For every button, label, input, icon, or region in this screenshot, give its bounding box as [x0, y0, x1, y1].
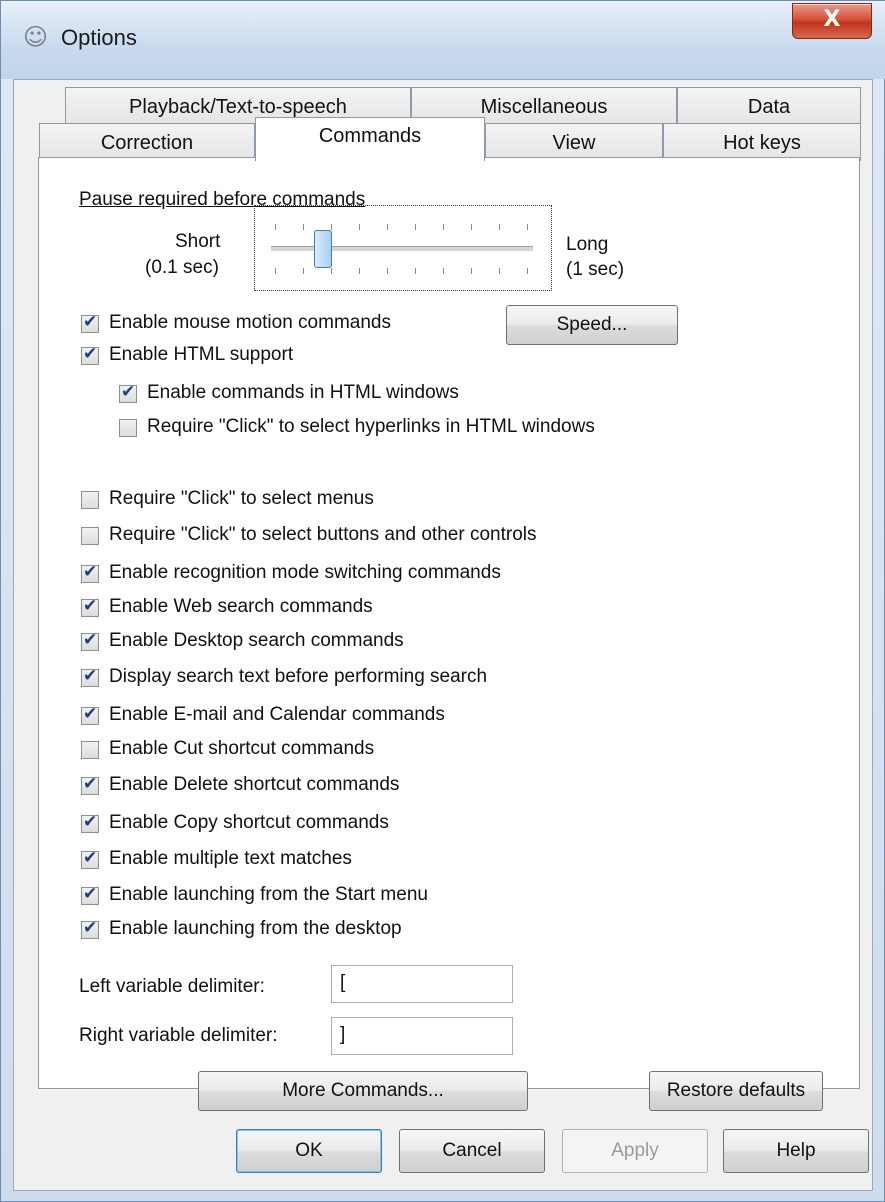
- slider-tick-mark: [527, 268, 528, 274]
- checkbox-label-7[interactable]: Enable Web search commands: [109, 596, 373, 618]
- checkbox-label-9[interactable]: Display search text before performing se…: [109, 666, 487, 688]
- checkmark-icon: ✔: [83, 344, 98, 364]
- commands-panel: [38, 157, 860, 1089]
- checkbox-0[interactable]: ✔: [81, 312, 99, 333]
- slider-tick-mark: [415, 224, 416, 230]
- checkbox-12[interactable]: ✔: [81, 774, 99, 795]
- ok-button[interactable]: OK: [236, 1129, 382, 1173]
- checkbox-label-12[interactable]: Enable Delete shortcut commands: [109, 774, 399, 796]
- slider-tick-mark: [331, 268, 332, 274]
- checkmark-icon: ✔: [83, 666, 98, 686]
- speech-app-icon: ☺: [23, 23, 49, 51]
- slider-min-value: (0.1 sec): [145, 257, 219, 278]
- checkbox-label-5[interactable]: Require "Click" to select buttons and ot…: [109, 524, 536, 546]
- checkbox-16[interactable]: ✔: [81, 918, 99, 939]
- checkbox-14[interactable]: ✔: [81, 848, 99, 869]
- checkbox-label-3[interactable]: Require "Click" to select hyperlinks in …: [147, 416, 595, 438]
- options-window: ☺ Options X Playback/Text-to-speech Misc…: [0, 0, 885, 1202]
- pause-slider[interactable]: [254, 205, 552, 291]
- slider-thumb[interactable]: [314, 230, 333, 268]
- checkbox-label-14[interactable]: Enable multiple text matches: [109, 848, 352, 870]
- slider-min-label: Short: [175, 231, 221, 252]
- cancel-button[interactable]: Cancel: [399, 1129, 545, 1173]
- tab-commands[interactable]: Commands: [255, 117, 485, 161]
- checkbox-9[interactable]: ✔: [81, 666, 99, 687]
- checkbox-4[interactable]: [81, 491, 99, 509]
- checkmark-icon: ✔: [83, 812, 98, 832]
- slider-tick-mark: [387, 224, 388, 230]
- tab-data[interactable]: Data: [677, 87, 861, 125]
- checkbox-6[interactable]: ✔: [81, 562, 99, 583]
- checkbox-3[interactable]: [119, 419, 137, 437]
- title-bar: ☺ Options X: [1, 1, 885, 79]
- speed-button[interactable]: Speed...: [506, 305, 678, 345]
- checkbox-label-10[interactable]: Enable E-mail and Calendar commands: [109, 704, 445, 726]
- slider-tick-mark: [331, 224, 332, 230]
- checkmark-icon: ✔: [83, 562, 98, 582]
- left-delimiter-input[interactable]: [: [331, 965, 513, 1003]
- checkmark-icon: ✔: [83, 848, 98, 868]
- tab-correction[interactable]: Correction: [39, 123, 255, 161]
- window-title: Options: [61, 25, 137, 50]
- left-delimiter-label: Left variable delimiter:: [79, 976, 265, 997]
- checkbox-label-11[interactable]: Enable Cut shortcut commands: [109, 738, 374, 760]
- slider-tick-mark: [499, 268, 500, 274]
- checkbox-11[interactable]: [81, 741, 99, 759]
- tab-hot-keys[interactable]: Hot keys: [663, 123, 861, 161]
- slider-tick-mark: [303, 268, 304, 274]
- checkbox-label-1[interactable]: Enable HTML support: [109, 344, 293, 366]
- apply-button[interactable]: Apply: [562, 1129, 708, 1173]
- checkbox-label-6[interactable]: Enable recognition mode switching comman…: [109, 562, 501, 584]
- slider-tick-mark: [415, 268, 416, 274]
- right-delimiter-label: Right variable delimiter:: [79, 1025, 278, 1046]
- checkbox-label-0[interactable]: Enable mouse motion commands: [109, 312, 391, 334]
- slider-tick-mark: [387, 268, 388, 274]
- checkbox-label-8[interactable]: Enable Desktop search commands: [109, 630, 404, 652]
- checkbox-label-13[interactable]: Enable Copy shortcut commands: [109, 812, 389, 834]
- checkbox-label-16[interactable]: Enable launching from the desktop: [109, 918, 402, 940]
- checkmark-icon: ✔: [83, 774, 98, 794]
- checkbox-15[interactable]: ✔: [81, 884, 99, 905]
- slider-max-value: (1 sec): [566, 259, 625, 280]
- checkbox-7[interactable]: ✔: [81, 596, 99, 617]
- slider-tick-mark: [359, 268, 360, 274]
- slider-track: [271, 246, 533, 251]
- checkmark-icon: ✔: [83, 918, 98, 938]
- right-delimiter-input[interactable]: ]: [331, 1017, 513, 1055]
- checkmark-icon: ✔: [83, 312, 98, 332]
- checkbox-1[interactable]: ✔: [81, 344, 99, 365]
- checkbox-5[interactable]: [81, 527, 99, 545]
- slider-tick-mark: [303, 224, 304, 230]
- close-button[interactable]: X: [792, 3, 872, 39]
- slider-tick-mark: [499, 224, 500, 230]
- checkmark-icon: ✔: [83, 884, 98, 904]
- slider-tick-mark: [275, 224, 276, 230]
- more-commands-button[interactable]: More Commands...: [198, 1071, 528, 1111]
- slider-tick-mark: [275, 268, 276, 274]
- checkbox-13[interactable]: ✔: [81, 812, 99, 833]
- checkbox-label-4[interactable]: Require "Click" to select menus: [109, 488, 374, 510]
- slider-tick-mark: [443, 224, 444, 230]
- help-button[interactable]: Help: [723, 1129, 869, 1173]
- checkbox-8[interactable]: ✔: [81, 630, 99, 651]
- tab-view[interactable]: View: [485, 123, 663, 161]
- checkmark-icon: ✔: [121, 382, 136, 402]
- checkmark-icon: ✔: [83, 704, 98, 724]
- checkbox-2[interactable]: ✔: [119, 382, 137, 403]
- restore-defaults-button[interactable]: Restore defaults: [649, 1071, 823, 1111]
- slider-tick-mark: [359, 224, 360, 230]
- checkbox-10[interactable]: ✔: [81, 704, 99, 725]
- slider-tick-mark: [471, 224, 472, 230]
- slider-tick-mark: [527, 224, 528, 230]
- slider-tick-mark: [471, 268, 472, 274]
- checkbox-label-2[interactable]: Enable commands in HTML windows: [147, 382, 459, 404]
- checkmark-icon: ✔: [83, 630, 98, 650]
- checkbox-label-15[interactable]: Enable launching from the Start menu: [109, 884, 428, 906]
- checkmark-icon: ✔: [83, 596, 98, 616]
- slider-max-label: Long: [566, 234, 609, 255]
- slider-tick-mark: [443, 268, 444, 274]
